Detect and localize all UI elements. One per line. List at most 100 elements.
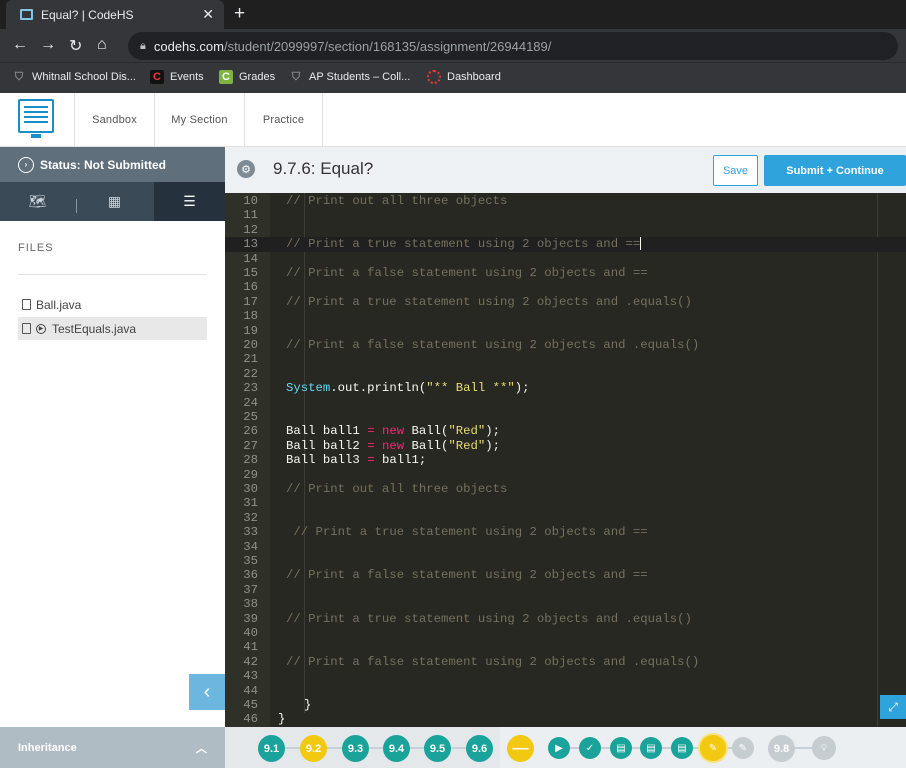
code-line[interactable]: 40 — [225, 626, 906, 640]
line-number: 31 — [243, 496, 258, 511]
code-line[interactable]: 38 — [225, 597, 906, 611]
code-line[interactable]: 39 // Print a true statement using 2 obje… — [225, 612, 906, 626]
video-icon[interactable]: ▶ — [548, 737, 570, 759]
chevron-left-icon: ‹ — [203, 680, 211, 703]
nav-my-section[interactable]: My Section — [154, 93, 244, 147]
file-icon — [22, 323, 31, 334]
file-testequals-java[interactable]: ▶ TestEquals.java — [18, 317, 207, 340]
bookmark-events[interactable]: C Events — [150, 70, 204, 84]
submit-continue-button[interactable]: Submit + Continue — [764, 155, 906, 186]
quiz-check-icon[interactable]: ✓ — [579, 737, 601, 759]
bookmark-whitnall[interactable]: ⛉ Whitnall School Dis... — [12, 70, 136, 84]
line-number: 35 — [243, 554, 258, 568]
code-line[interactable]: 14 — [225, 252, 906, 266]
lesson-9-3[interactable]: 9.3 — [342, 735, 369, 762]
code-text: Ball ball1 = new Ball("Red"); — [286, 424, 501, 439]
code-line[interactable]: 22 — [225, 367, 906, 381]
code-line[interactable]: 17 // Print a true statement using 2 obje… — [225, 295, 906, 309]
line-number: 14 — [243, 251, 258, 266]
code-line[interactable]: 13 // Print a true statement using 2 obje… — [225, 237, 906, 252]
home-icon[interactable]: ⌂ — [97, 36, 107, 54]
browser-tab[interactable]: Equal? | CodeHS ✕ — [6, 0, 224, 29]
bookmark-dashboard[interactable]: Dashboard — [427, 70, 501, 84]
back-icon[interactable]: ← — [12, 36, 28, 54]
lightbulb-icon[interactable]: 💡︎ — [812, 736, 836, 760]
address-bar[interactable]: 🔒︎ codehs.com /student/2099997/section/1… — [128, 32, 898, 60]
lesson-9-8[interactable]: 9.8 — [768, 735, 795, 762]
code-line[interactable]: 21 — [225, 352, 906, 366]
line-number: 33 — [243, 525, 258, 540]
lesson-9-5[interactable]: 9.5 — [424, 735, 451, 762]
file-ball-java[interactable]: Ball.java — [18, 293, 207, 316]
code-line[interactable]: 18 — [225, 309, 906, 323]
code-line[interactable]: 10 // Print out all three objects — [225, 194, 906, 208]
pencil-icon[interactable]: ✎ — [732, 737, 754, 759]
code-line[interactable]: 34 — [225, 540, 906, 554]
codehs-favicon-icon — [20, 9, 33, 20]
code-text: // Print a true statement using 2 object… — [286, 237, 642, 252]
pencil-icon[interactable]: ✎ — [700, 735, 726, 761]
code-line[interactable]: 16 — [225, 280, 906, 294]
code-line[interactable]: 37 — [225, 583, 906, 597]
code-line[interactable]: 27 Ball ball2 = new Ball("Red"); — [225, 439, 906, 453]
lesson-9-2[interactable]: 9.2 — [300, 735, 327, 762]
code-line[interactable]: 23 System.out.println("** Ball **"); — [225, 381, 906, 395]
code-line[interactable]: 36 // Print a false statement using 2 obj… — [225, 568, 906, 582]
collapse-sidebar-button[interactable]: ‹ — [189, 674, 225, 710]
lesson-9-4[interactable]: 9.4 — [383, 735, 410, 762]
text-cursor — [640, 237, 642, 251]
code-line[interactable]: 28 Ball ball3 = ball1; — [225, 453, 906, 467]
close-tab-icon[interactable]: ✕ — [202, 6, 214, 23]
lesson-9-1[interactable]: 9.1 — [258, 735, 285, 762]
tab-map[interactable]: 🗺︎ — [0, 182, 75, 221]
lesson-9-6[interactable]: 9.6 — [466, 735, 493, 762]
code-line[interactable]: 41 — [225, 640, 906, 654]
code-line[interactable]: 19 — [225, 324, 906, 338]
line-number: 29 — [243, 467, 258, 482]
code-line[interactable]: 26 Ball ball1 = new Ball("Red"); — [225, 424, 906, 438]
list-icon: ☰ — [183, 193, 196, 209]
code-line[interactable]: 29 — [225, 468, 906, 482]
code-line[interactable]: 24 — [225, 396, 906, 410]
code-line[interactable]: 46} — [225, 712, 906, 726]
document-icon[interactable]: ▤ — [671, 737, 693, 759]
code-line[interactable]: 44 — [225, 684, 906, 698]
bookmarks-bar: ⛉ Whitnall School Dis... C Events C Grad… — [0, 62, 906, 93]
code-line[interactable]: 33 // Print a true statement using 2 obj… — [225, 525, 906, 539]
code-line[interactable]: 32 — [225, 511, 906, 525]
code-line[interactable]: 12 — [225, 223, 906, 237]
document-icon[interactable]: ▤ — [640, 737, 662, 759]
code-line[interactable]: 31 — [225, 496, 906, 510]
code-line[interactable]: 15 // Print a false statement using 2 obj… — [225, 266, 906, 280]
line-number: 45 — [243, 698, 258, 712]
code-editor[interactable]: 10 // Print out all three objects 11 12 13 //… — [225, 193, 906, 727]
code-line[interactable]: 20 // Print a false statement using 2 obj… — [225, 338, 906, 352]
current-lesson-minus-icon[interactable]: — — [507, 735, 534, 762]
nav-practice[interactable]: Practice — [244, 93, 323, 147]
code-line[interactable]: 42 // Print a false statement using 2 obj… — [225, 655, 906, 669]
tab-files[interactable]: ☰ — [154, 182, 225, 221]
document-icon[interactable]: ▤ — [610, 737, 632, 759]
forward-icon[interactable]: → — [40, 36, 56, 54]
code-text: } — [278, 712, 286, 727]
save-button[interactable]: Save — [713, 155, 758, 186]
code-line[interactable]: 43 — [225, 669, 906, 683]
bookmark-grades[interactable]: C Grades — [219, 70, 275, 84]
code-line[interactable]: 11 — [225, 208, 906, 222]
code-line[interactable]: 30 // Print out all three objects — [225, 482, 906, 496]
code-line[interactable]: 35 — [225, 554, 906, 568]
unit-selector[interactable]: Inheritance ︿ — [0, 727, 225, 768]
codehs-logo-icon[interactable] — [18, 99, 54, 138]
shield-icon: ⛉ — [291, 71, 301, 83]
bookmark-ap-students[interactable]: ⛉ AP Students – Coll... — [289, 70, 410, 84]
nav-sandbox[interactable]: Sandbox — [74, 93, 154, 147]
code-line[interactable]: 25 — [225, 410, 906, 424]
reload-icon[interactable]: ↻ — [69, 36, 82, 56]
gear-icon[interactable]: ⚙ — [237, 160, 255, 178]
line-number: 34 — [243, 539, 258, 554]
fullscreen-button[interactable]: ⤢ — [880, 695, 906, 719]
new-tab-icon[interactable]: + — [234, 3, 245, 25]
code-line[interactable]: 45} — [225, 698, 906, 712]
code-text: // Print a false statement using 2 objec… — [286, 266, 648, 280]
tab-calendar[interactable]: ▦ — [77, 182, 152, 221]
